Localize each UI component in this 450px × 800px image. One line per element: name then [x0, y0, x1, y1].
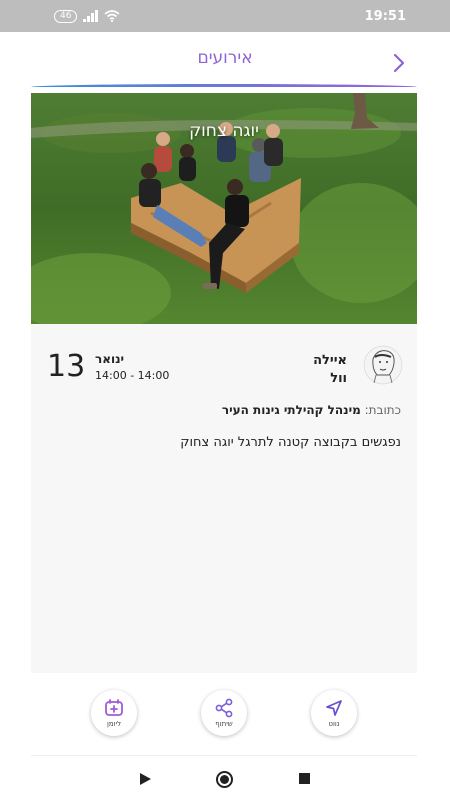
square-icon[interactable] — [299, 773, 310, 784]
calendar-label: ליומן — [106, 720, 122, 728]
author-first-name: איילה — [313, 353, 347, 368]
event-image-title: יוגה צחוק — [189, 121, 259, 141]
author-name[interactable]: איילה וול — [287, 352, 347, 388]
event-time-range: 14:00 - 14:00 — [95, 369, 170, 382]
header-divider — [31, 84, 417, 87]
navigate-arrow-icon — [326, 700, 342, 716]
address-label: כתובת: — [364, 403, 401, 417]
address-value: מינהל קהילתי גינות העיר — [221, 403, 361, 417]
bottom-divider — [31, 755, 417, 756]
status-icons: 46 — [54, 9, 120, 23]
header: אירועים — [0, 32, 450, 88]
navigate-button[interactable]: נווט — [311, 690, 357, 736]
event-month: ינואר — [95, 352, 125, 366]
share-label: שיתוף — [215, 720, 233, 728]
share-button[interactable]: שיתוף — [201, 690, 247, 736]
event-address: כתובת: מינהל קהילתי גינות העיר — [222, 403, 401, 417]
calendar-add-icon — [105, 699, 123, 716]
network-badge: 46 — [54, 9, 78, 23]
screen: 46 19:51 אירועים יוגה צחוק 13 ינואר 14:0… — [0, 0, 450, 800]
signal-icon — [83, 10, 98, 22]
home-circle-icon[interactable] — [216, 771, 233, 788]
event-card: יוגה צחוק 13 ינואר 14:00 - 14:00 איילה ו… — [31, 93, 417, 673]
event-day: 13 — [47, 349, 86, 384]
avatar[interactable] — [363, 345, 403, 385]
add-to-calendar-button[interactable]: ליומן — [91, 690, 137, 736]
play-triangle-icon[interactable] — [140, 773, 151, 785]
wifi-icon — [104, 10, 120, 22]
share-icon — [215, 698, 233, 718]
event-image: יוגה צחוק — [31, 93, 417, 324]
chevron-right-icon[interactable] — [392, 52, 406, 74]
system-nav-bar — [0, 760, 450, 800]
event-description: נפגשים בקבוצה קטנה לתרגל יוגה צחוק — [180, 435, 401, 450]
navigate-label: נווט — [328, 720, 340, 728]
status-time: 19:51 — [364, 8, 406, 24]
page-title: אירועים — [197, 48, 253, 68]
author-last-name: וול — [330, 371, 347, 386]
avatar-sketch-icon — [363, 345, 403, 385]
status-bar: 46 19:51 — [0, 0, 450, 32]
